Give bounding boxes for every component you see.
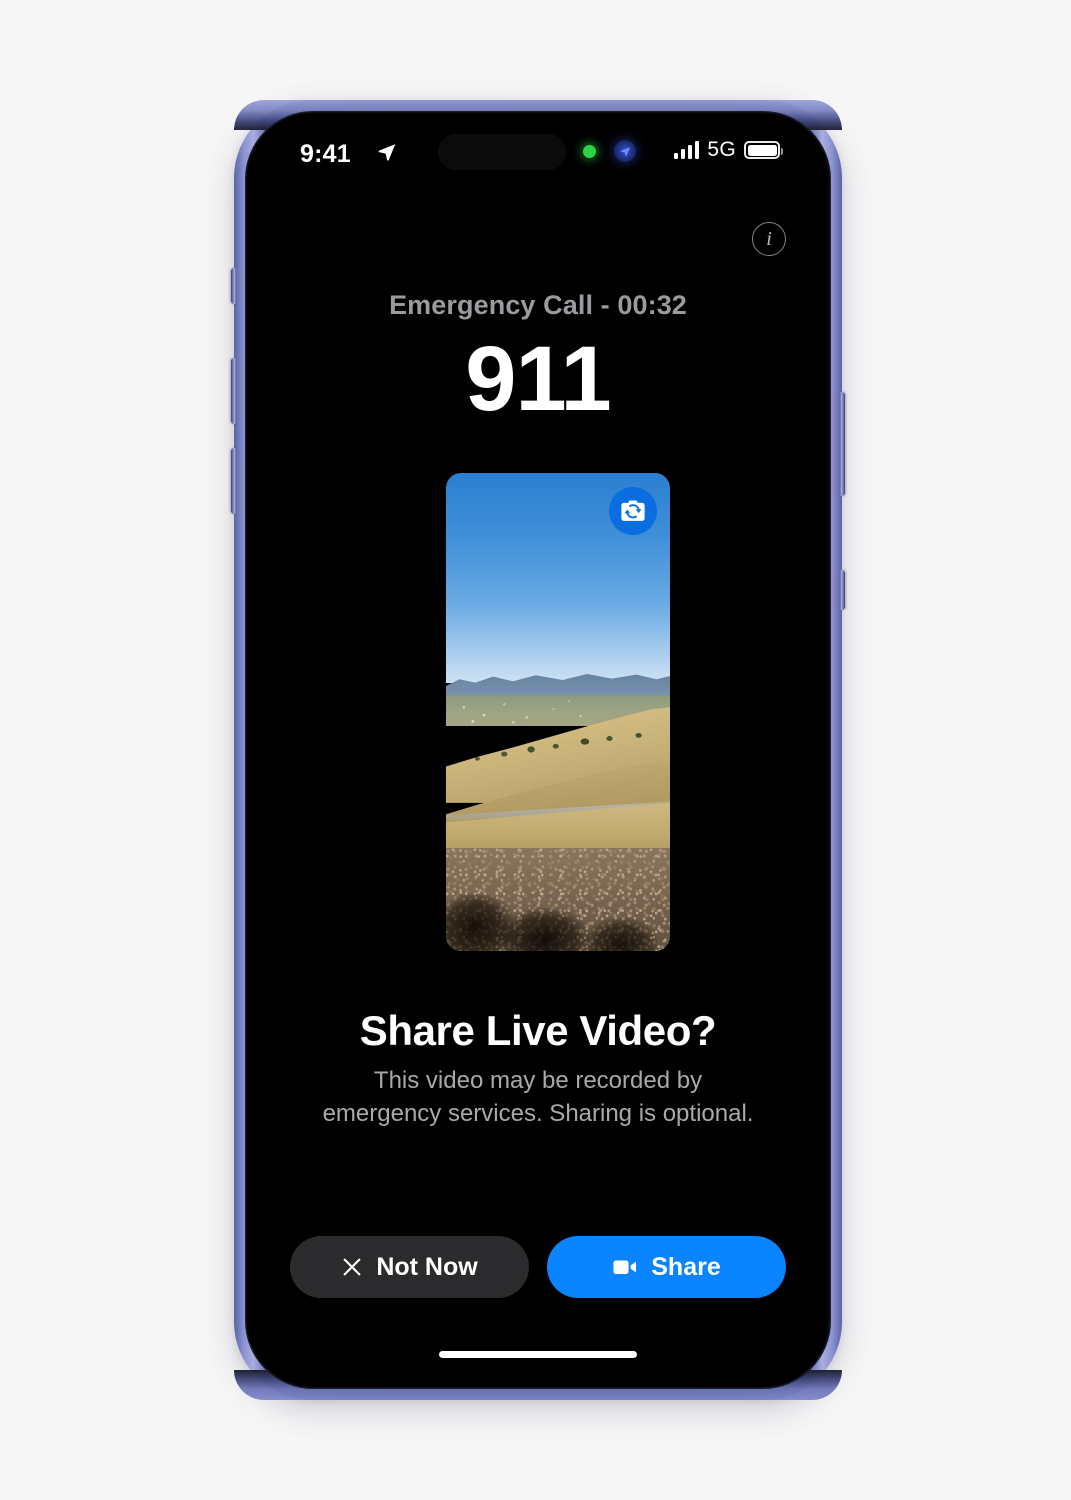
action-bar: Not Now Share: [290, 1236, 786, 1298]
camera-control-button[interactable]: [840, 570, 845, 610]
location-arrow-small-icon: [620, 146, 630, 156]
page-background: 9:41 5G i Emergency Call - 00:32 911 Sha…: [0, 0, 1071, 1500]
iphone-device: 9:41 5G i Emergency Call - 00:32 911 Sha…: [231, 100, 845, 1400]
power-button[interactable]: [840, 392, 845, 496]
share-button[interactable]: Share: [547, 1236, 786, 1298]
status-bar-time: 9:41: [300, 140, 351, 168]
battery-icon: [744, 141, 783, 159]
dynamic-island[interactable]: [438, 134, 566, 170]
preview-trees: [446, 726, 670, 765]
live-video-preview[interactable]: [446, 473, 670, 951]
battery-fill: [747, 144, 777, 156]
blue-location-active-icon: [614, 140, 636, 162]
not-now-button[interactable]: Not Now: [290, 1236, 529, 1298]
volume-down-button[interactable]: [231, 448, 236, 514]
video-camera-icon: [613, 1260, 637, 1274]
camera-flip-glyph: [621, 500, 645, 521]
network-type-label: 5G: [707, 138, 736, 161]
not-now-button-label: Not Now: [376, 1252, 478, 1281]
call-status-label: Emergency Call - 00:32: [389, 290, 687, 320]
status-bar-right-group: 5G: [673, 138, 783, 162]
prompt-subtitle: This video may be recorded by emergency …: [322, 1067, 754, 1128]
cellular-bars-icon: [673, 141, 700, 159]
phone-screen: 9:41 5G i Emergency Call - 00:32 911 Sha…: [256, 122, 820, 1378]
camera-flip-icon[interactable]: [609, 487, 657, 535]
green-dot-camera-active-icon: [583, 145, 596, 158]
share-button-label: Share: [651, 1252, 721, 1281]
info-circle-icon[interactable]: i: [752, 222, 786, 256]
location-arrow-icon: [378, 144, 396, 161]
call-number: 911: [465, 328, 611, 430]
action-button[interactable]: [231, 268, 236, 304]
home-indicator[interactable]: [439, 1351, 637, 1358]
info-glyph: i: [766, 228, 772, 250]
close-x-icon: [343, 1258, 361, 1276]
prompt-title: Share Live Video?: [359, 1007, 717, 1054]
preview-shadow: [584, 917, 657, 951]
preview-shadow: [499, 907, 590, 951]
status-bar: 9:41 5G: [256, 122, 820, 184]
volume-up-button[interactable]: [231, 358, 236, 424]
